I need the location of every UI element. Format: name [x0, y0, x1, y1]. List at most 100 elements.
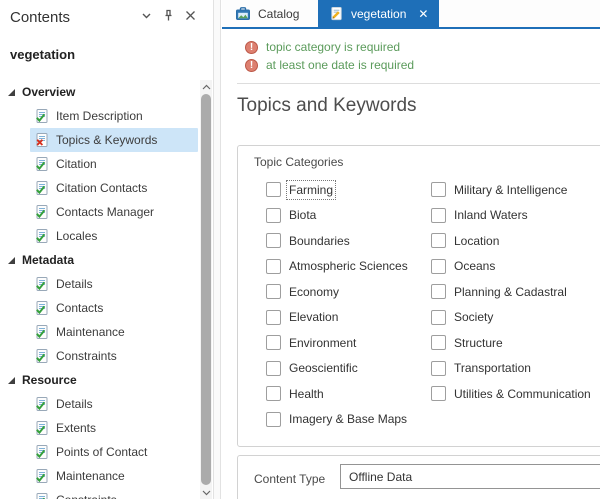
checkbox[interactable] [431, 233, 446, 249]
tree-item-contacts-manager[interactable]: Contacts Manager [30, 200, 198, 224]
checkbox[interactable] [266, 182, 281, 198]
metadata-page-icon [331, 6, 342, 21]
tab-close-icon[interactable]: ✕ [418, 8, 428, 20]
topic-checkbox-society[interactable]: Society [431, 305, 591, 331]
topic-checkbox-economy[interactable]: Economy [266, 279, 408, 305]
document-error-icon [36, 133, 48, 147]
catalog-icon [236, 6, 250, 20]
document-ok-icon [36, 469, 48, 483]
topic-checkbox-oceans[interactable]: Oceans [431, 254, 591, 280]
topic-checkbox-atmospheric-sciences[interactable]: Atmospheric Sciences [266, 254, 408, 280]
warning-icon: ! [245, 58, 258, 72]
pane-divider[interactable] [213, 0, 221, 499]
arcgis-metadata-editor-window: Contents vegetation Overview Item Descri… [0, 0, 600, 499]
topic-checkbox-biota[interactable]: Biota [266, 203, 408, 229]
tree-item-extents[interactable]: Extents [30, 416, 198, 440]
checkbox[interactable] [431, 309, 446, 325]
contents-tree: Overview Item Description Topics & Keywo… [0, 80, 199, 499]
scroll-down-icon[interactable] [200, 486, 212, 499]
page-title: Topics and Keywords [237, 95, 417, 116]
tab-label: Catalog [258, 6, 300, 21]
content-type-group: Content Type Offline Data [237, 455, 600, 499]
tree-item-item-description[interactable]: Item Description [30, 104, 198, 128]
document-ok-icon [36, 325, 48, 339]
topic-checkbox-farming[interactable]: Farming [266, 177, 408, 203]
selected-item-name: vegetation [10, 47, 76, 62]
close-icon[interactable] [184, 9, 197, 22]
tree-item-locales[interactable]: Locales [30, 224, 198, 248]
tab-catalog[interactable]: Catalog [224, 0, 310, 27]
validation-messages: ! topic category is required ! at least … [245, 38, 414, 74]
topic-checkbox-location[interactable]: Location [431, 228, 591, 254]
tree-item-citation[interactable]: Citation [30, 152, 198, 176]
checkbox[interactable] [431, 258, 446, 274]
section-divider [237, 83, 600, 84]
topic-checkbox-elevation[interactable]: Elevation [266, 305, 408, 331]
checkbox[interactable] [266, 411, 281, 427]
checkbox[interactable] [431, 182, 446, 198]
checkbox[interactable] [431, 386, 446, 402]
document-ok-icon [36, 445, 48, 459]
tree-item-resource-maintenance[interactable]: Maintenance [30, 464, 198, 488]
scrollbar-thumb[interactable] [201, 94, 211, 485]
topic-checkbox-planning-cadastral[interactable]: Planning & Cadastral [431, 279, 591, 305]
tree-section-resource[interactable]: Resource [0, 368, 199, 392]
checkbox[interactable] [431, 284, 446, 300]
scroll-up-icon[interactable] [200, 80, 212, 93]
checkbox[interactable] [266, 335, 281, 351]
pane-scrollbar[interactable] [200, 80, 212, 499]
tree-item-citation-contacts[interactable]: Citation Contacts [30, 176, 198, 200]
topic-checkbox-geoscientific[interactable]: Geoscientific [266, 356, 408, 382]
topic-checkbox-transportation[interactable]: Transportation [431, 356, 591, 382]
checkbox[interactable] [431, 207, 446, 223]
pin-icon[interactable] [162, 9, 175, 22]
checkbox[interactable] [266, 284, 281, 300]
tree-section-overview[interactable]: Overview [0, 80, 199, 104]
topic-checkbox-military-intelligence[interactable]: Military & Intelligence [431, 177, 591, 203]
checkbox[interactable] [266, 233, 281, 249]
tree-item-points-of-contact[interactable]: Points of Contact [30, 440, 198, 464]
contents-pane: Contents vegetation Overview Item Descri… [0, 0, 213, 499]
tree-item-metadata-constraints[interactable]: Constraints [30, 344, 198, 368]
topic-column-left: Farming Biota Boundaries Atmospheric Sci… [266, 177, 408, 432]
tab-vegetation[interactable]: vegetation ✕ [318, 0, 440, 27]
tree-item-metadata-contacts[interactable]: Contacts [30, 296, 198, 320]
topic-checkbox-boundaries[interactable]: Boundaries [266, 228, 408, 254]
checkbox[interactable] [266, 207, 281, 223]
topic-checkbox-health[interactable]: Health [266, 381, 408, 407]
expander-icon[interactable] [8, 256, 15, 264]
tree-item-topics-keywords[interactable]: Topics & Keywords [30, 128, 198, 152]
document-ok-icon [36, 181, 48, 195]
metadata-editor-content: ! topic category is required ! at least … [222, 29, 600, 499]
tree-item-resource-details[interactable]: Details [30, 392, 198, 416]
document-ok-icon [36, 421, 48, 435]
document-ok-icon [36, 397, 48, 411]
topic-checkbox-utilities-communication[interactable]: Utilities & Communication [431, 381, 591, 407]
topic-checkbox-inland-waters[interactable]: Inland Waters [431, 203, 591, 229]
validation-message: ! at least one date is required [245, 56, 414, 74]
topic-column-right: Military & Intelligence Inland Waters Lo… [431, 177, 591, 407]
expander-icon[interactable] [8, 376, 15, 384]
tree-item-metadata-details[interactable]: Details [30, 272, 198, 296]
content-type-label: Content Type [254, 472, 326, 486]
document-ok-icon [36, 109, 48, 123]
expander-icon[interactable] [8, 88, 15, 96]
tree-item-metadata-maintenance[interactable]: Maintenance [30, 320, 198, 344]
checkbox[interactable] [266, 386, 281, 402]
pane-title: Contents [10, 9, 71, 26]
tree-item-resource-constraints[interactable]: Constraints [30, 488, 198, 499]
topic-checkbox-imagery-base-maps[interactable]: Imagery & Base Maps [266, 407, 408, 433]
checkbox[interactable] [431, 335, 446, 351]
tree-section-metadata[interactable]: Metadata [0, 248, 199, 272]
warning-icon: ! [245, 40, 258, 54]
checkbox[interactable] [431, 360, 446, 376]
chevron-down-icon[interactable] [140, 9, 153, 22]
checkbox[interactable] [266, 258, 281, 274]
topic-checkbox-structure[interactable]: Structure [431, 330, 591, 356]
checkbox[interactable] [266, 309, 281, 325]
document-ok-icon [36, 277, 48, 291]
content-type-select[interactable]: Offline Data [340, 464, 600, 489]
topic-checkbox-environment[interactable]: Environment [266, 330, 408, 356]
checkbox[interactable] [266, 360, 281, 376]
document-ok-icon [36, 493, 48, 499]
